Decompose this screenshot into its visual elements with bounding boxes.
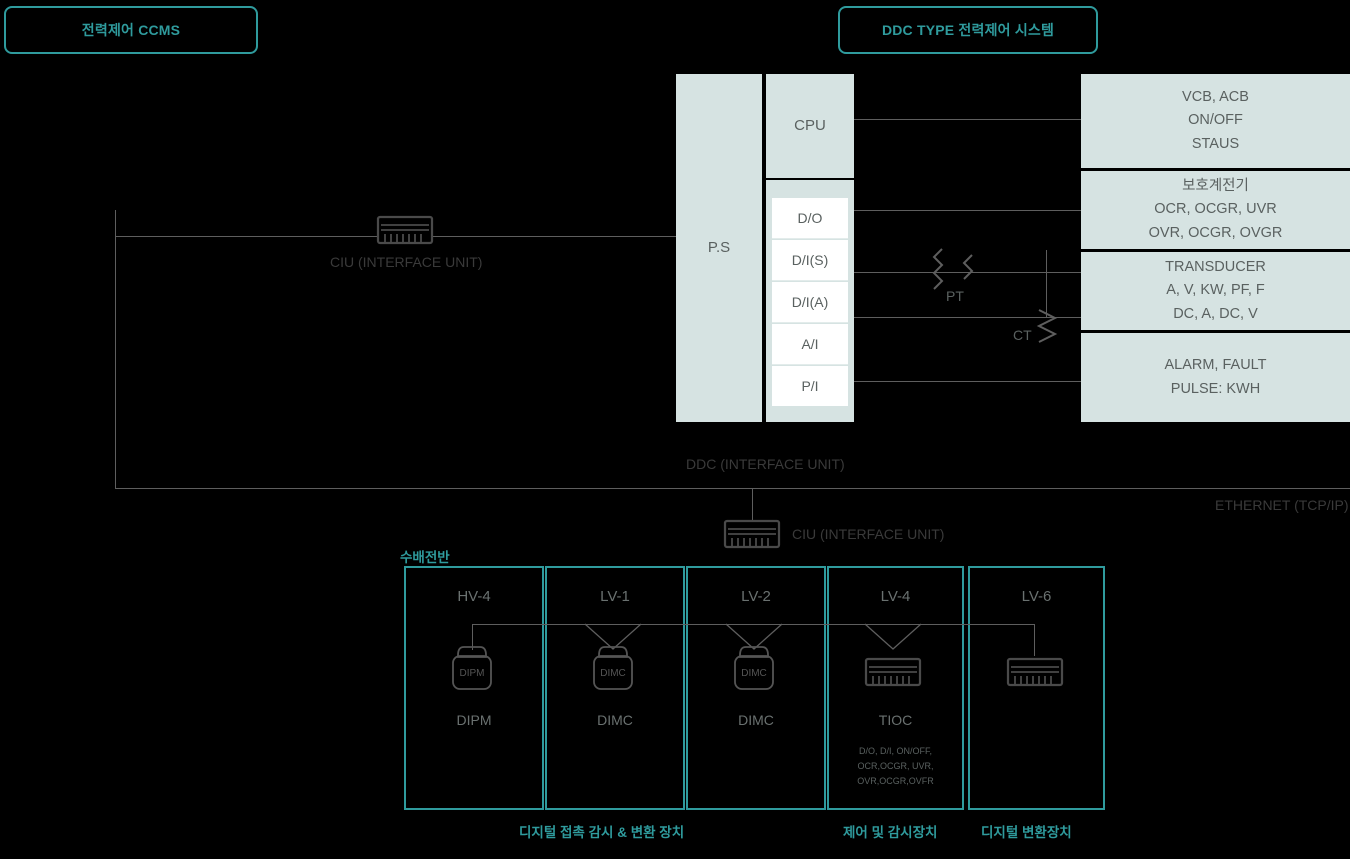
pt-label: PT [946, 288, 964, 304]
ddc-bus-label: DDC (INTERFACE UNIT) [686, 456, 845, 472]
power-supply-label: P.S [707, 239, 731, 257]
panel-lv-2-device: DIMC [738, 712, 774, 728]
right-block-transducer-line-1: TRANSDUCER [1165, 259, 1266, 276]
svg-text:DIMC: DIMC [741, 668, 767, 679]
right-block-alarm-line-1: ALARM, FAULT [1164, 357, 1267, 374]
terminal-block-icon [723, 519, 781, 549]
panel-lv-4-detail: D/O, D/I, ON/OFF, OCR,OCGR, UVR, OVR,OCG… [857, 746, 934, 786]
switchgear-section-label: 수배전반 [400, 550, 450, 565]
io-module-dia-label: D/I(A) [791, 294, 829, 310]
terminal-block-icon [1006, 657, 1064, 687]
right-block-alarm-fault: ALARM, FAULT PULSE: KWH [1081, 333, 1350, 422]
right-block-vcb-line-3: STAUS [1191, 135, 1240, 152]
panel-lv-1-device: DIMC [597, 712, 633, 728]
panel-lv-2-title: LV-2 [741, 588, 771, 605]
right-block-vcb-acb: VCB, ACB ON/OFF STAUS [1081, 74, 1350, 171]
ethernet-drop-to-ciu [752, 488, 753, 520]
ciu-top-left-segment [115, 236, 377, 237]
io-module-dis-label: D/I(S) [791, 252, 829, 268]
svg-text:DIPM: DIPM [460, 668, 485, 679]
right-block-relay-line-1: 보호계전기 [1182, 178, 1249, 195]
right-block-vcb-line-1: VCB, ACB [1182, 89, 1249, 106]
ciu-top-label: CIU (INTERFACE UNIT) [330, 254, 483, 270]
link-do-to-relay [854, 210, 1081, 211]
panel-lv-6-title: LV-6 [1021, 588, 1052, 605]
ct-transformer-icon [1036, 309, 1058, 343]
panel-hv-4-device-icon-wrap: DIPM [448, 643, 496, 693]
caption-control-and-monitor: 제어 및 감시장치 [843, 825, 938, 840]
header-pill-ddc-system[interactable]: DDC TYPE 전력제어 시스템 [838, 6, 1098, 54]
right-block-relay-line-2: OCR, OCGR, UVR [1154, 201, 1277, 218]
terminal-block-icon [376, 215, 434, 245]
caption-digital-contact-monitor: 디지털 접촉 감시 & 변환 장치 [519, 825, 685, 840]
panel-lv-4-device-icon-wrap [864, 657, 922, 687]
panel-lv-4-device: TIOC [878, 712, 913, 728]
dimc-device-icon: DIMC [593, 646, 633, 690]
right-block-transducer: TRANSDUCER A, V, KW, PF, F DC, A, DC, V [1081, 252, 1350, 333]
io-module-dis[interactable]: D/I(S) [772, 240, 848, 281]
panel-lv-1-device-icon-wrap: DIMC [589, 643, 637, 693]
io-module-do-label: D/O [797, 210, 823, 226]
ethernet-bus-line [115, 488, 1350, 489]
panel-lv-1-title: LV-1 [600, 588, 630, 605]
ethernet-label: ETHERNET (TCP/IP) [1215, 497, 1349, 513]
right-block-relay-line-3: OVR, OCGR, OVGR [1148, 224, 1283, 241]
header-pill-ccms-label: 전력제어 CCMS [81, 22, 181, 38]
io-module-do[interactable]: D/O [772, 198, 848, 239]
terminal-block-icon [864, 657, 922, 687]
ciu-bottom-icon-wrap [723, 519, 781, 549]
right-block-alarm-line-2: PULSE: KWH [1170, 380, 1261, 397]
ciu-top-right-segment [432, 236, 677, 237]
ciu-bottom-label: CIU (INTERFACE UNIT) [792, 526, 945, 542]
link-pi-to-alarm [854, 381, 1081, 382]
panel-lv-6-drop-line [1034, 624, 1035, 656]
dimc-device-icon: DIMC [734, 646, 774, 690]
right-block-vcb-line-2: ON/OFF [1188, 112, 1243, 129]
ct-label: CT [1013, 327, 1032, 343]
right-block-transducer-line-2: A, V, KW, PF, F [1166, 282, 1265, 299]
vee-connector-icon [864, 623, 922, 650]
caption-digital-converter: 디지털 변환장치 [981, 825, 1072, 840]
panel-lv-4-vee-connector [864, 623, 922, 650]
dipm-device-icon: DIPM [452, 646, 492, 690]
link-cpu-to-vcb [854, 119, 1081, 120]
panel-lv-2-device-icon-wrap: DIMC [730, 643, 778, 693]
io-module-ai-label: A/I [801, 336, 819, 352]
ciu-top-icon-wrap [376, 215, 434, 245]
left-vertical-bus [115, 210, 116, 488]
io-module-dia[interactable]: D/I(A) [772, 282, 848, 323]
header-pill-ddc-system-label: DDC TYPE 전력제어 시스템 [881, 22, 1055, 38]
panel-hv-4-device: DIPM [456, 712, 492, 728]
panel-lv-6[interactable]: LV-6 [968, 566, 1105, 810]
io-module-pi[interactable]: P/I [772, 366, 848, 406]
right-block-protective-relay: 보호계전기 OCR, OCGR, UVR OVR, OCGR, OVGR [1081, 171, 1350, 252]
cpu-label: CPU [794, 117, 826, 135]
io-module-pi-label: P/I [801, 378, 819, 394]
panel-lv-4[interactable]: LV-4 TIOC D/O, D/I, ON/OFF, OCR,OCGR, UV… [827, 566, 964, 810]
io-module-ai[interactable]: A/I [772, 324, 848, 365]
right-block-transducer-line-3: DC, A, DC, V [1173, 305, 1258, 322]
panel-lv-6-device-icon-wrap [1006, 657, 1064, 687]
panel-hv-4-title: HV-4 [457, 588, 491, 605]
ct-transformer-symbol-wrap [1036, 308, 1066, 350]
header-pill-ccms[interactable]: 전력제어 CCMS [4, 6, 258, 54]
svg-text:DIMC: DIMC [600, 668, 626, 679]
panel-lv-4-title: LV-4 [880, 588, 911, 605]
